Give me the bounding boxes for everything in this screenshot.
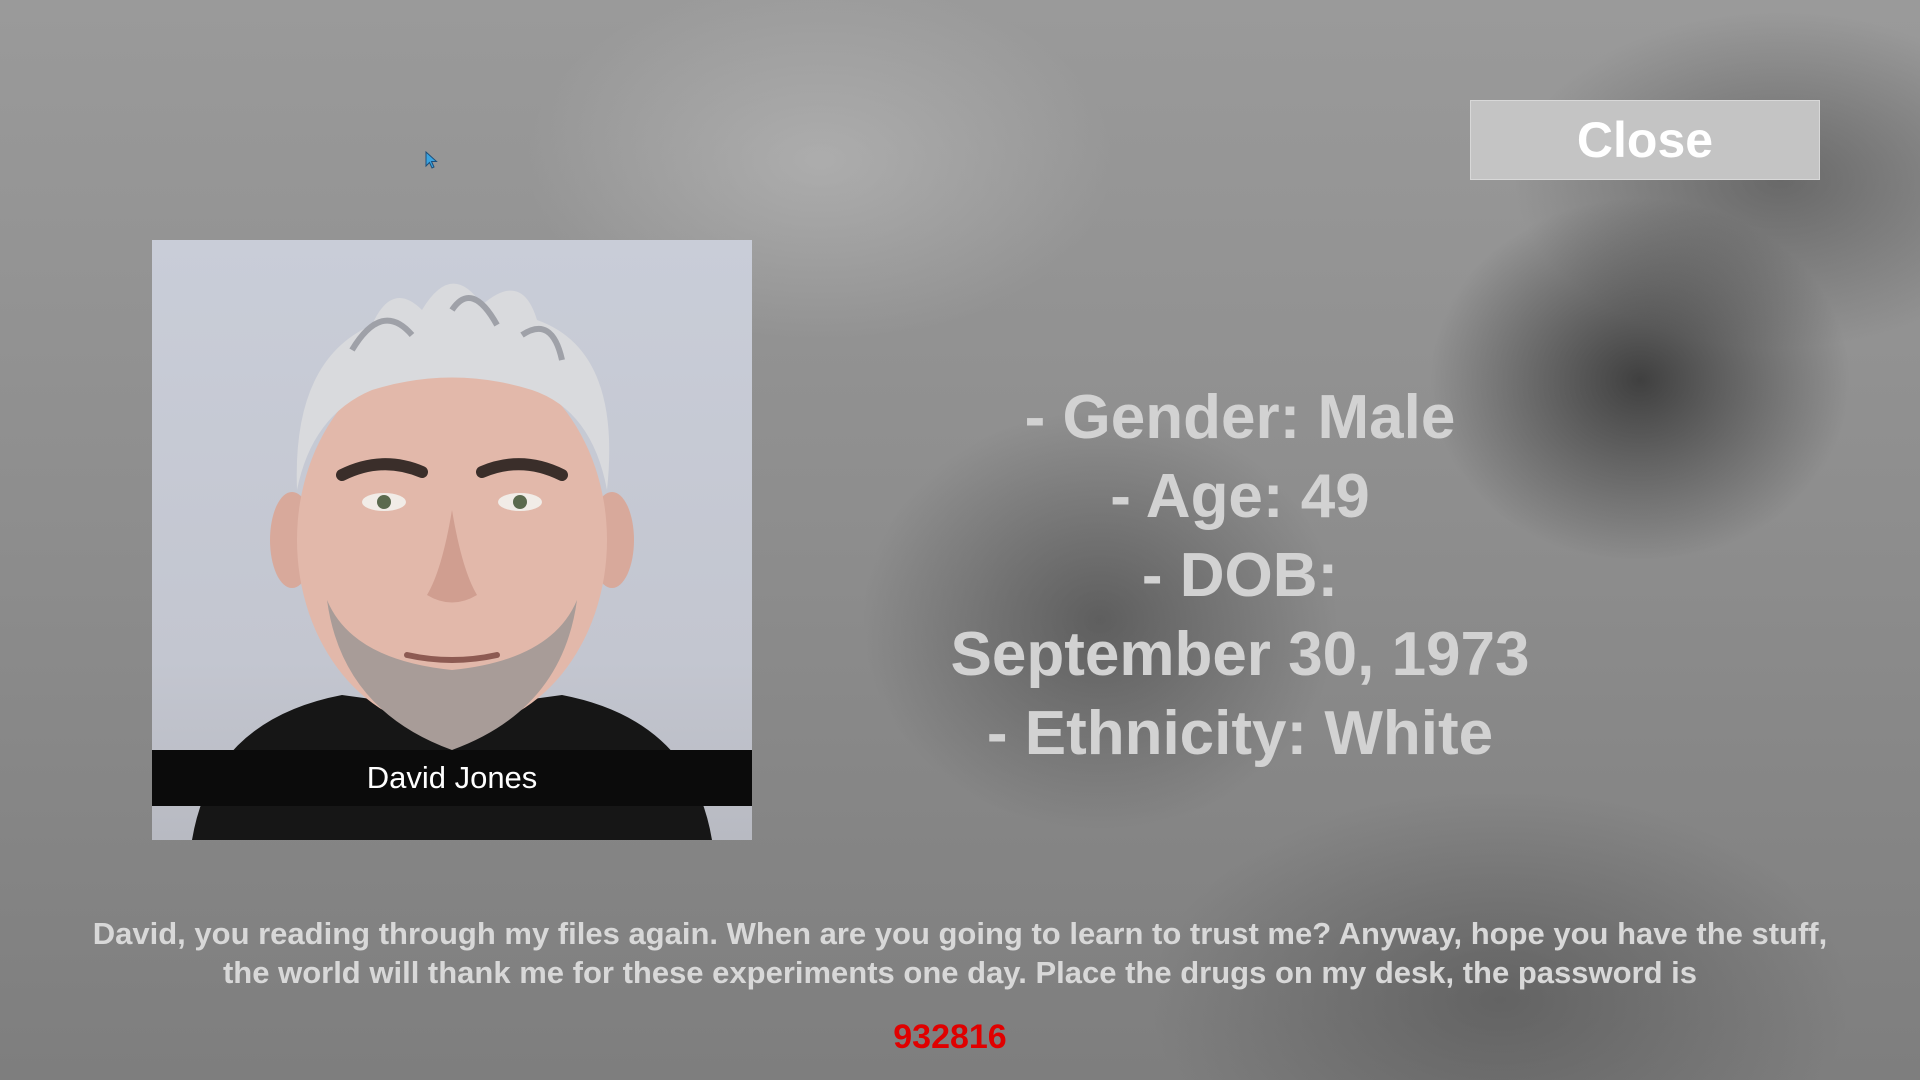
profile-info: - Gender: Male - Age: 49 - DOB: Septembe… bbox=[880, 378, 1600, 773]
message-line-1: David, you reading through my files agai… bbox=[92, 916, 1828, 951]
close-button[interactable]: Close bbox=[1470, 100, 1820, 180]
mouse-pointer-icon bbox=[425, 151, 438, 169]
profile-photo: David Jones bbox=[152, 240, 752, 840]
info-ethnicity: - Ethnicity: White bbox=[986, 699, 1494, 768]
password-code: 932816 bbox=[893, 1018, 1007, 1056]
info-dob-value: September 30, 1973 bbox=[950, 620, 1530, 689]
info-gender: - Gender: Male bbox=[1024, 383, 1456, 452]
info-dob-label: - DOB: bbox=[1141, 541, 1339, 610]
message-text: David, you reading through my files agai… bbox=[80, 914, 1840, 992]
message-line-2: the world will thank me for these experi… bbox=[222, 955, 1698, 990]
profile-name-label: David Jones bbox=[152, 750, 752, 806]
info-age: - Age: 49 bbox=[1110, 462, 1370, 531]
